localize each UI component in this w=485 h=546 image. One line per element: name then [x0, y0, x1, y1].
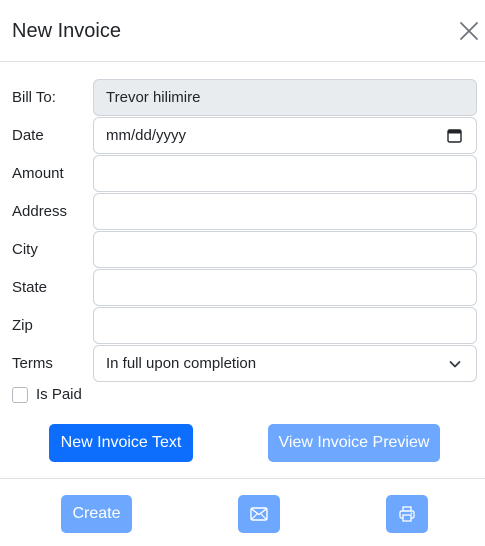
amount-label: Amount: [12, 165, 64, 182]
bill-to-field[interactable]: Trevor hilimire: [93, 79, 477, 116]
print-button[interactable]: [386, 495, 428, 533]
terms-select[interactable]: In full upon completion: [93, 345, 477, 382]
create-label: Create: [72, 505, 121, 522]
printer-icon: [399, 506, 415, 522]
address-label: Address: [12, 203, 68, 220]
new-invoice-text-label: New Invoice Text: [60, 434, 182, 451]
date-label: Date: [12, 127, 44, 144]
new-invoice-modal: New Invoice Bill To: Trevor hilimire Dat…: [0, 0, 485, 546]
envelope-icon: [250, 507, 268, 521]
bill-to-value: Trevor hilimire: [106, 89, 201, 106]
amount-field[interactable]: [93, 155, 477, 192]
city-field[interactable]: [93, 231, 477, 268]
close-button[interactable]: [458, 20, 480, 42]
date-placeholder: mm/dd/yyyy: [106, 127, 187, 144]
city-label: City: [12, 241, 38, 258]
calendar-icon[interactable]: [447, 128, 462, 143]
new-invoice-text-button[interactable]: New Invoice Text: [49, 424, 193, 462]
chevron-down-icon: [449, 361, 461, 368]
is-paid-label: Is Paid: [36, 386, 82, 403]
address-field[interactable]: [93, 193, 477, 230]
footer-divider: [0, 478, 485, 479]
state-field[interactable]: [93, 269, 477, 306]
view-invoice-preview-button[interactable]: View Invoice Preview: [268, 424, 440, 462]
bill-to-label: Bill To:: [12, 89, 56, 106]
email-button[interactable]: [238, 495, 280, 533]
is-paid-checkbox[interactable]: [12, 387, 28, 403]
modal-title: New Invoice: [12, 20, 121, 42]
modal-header: New Invoice: [0, 0, 485, 62]
terms-selected: In full upon completion: [106, 355, 257, 372]
zip-field[interactable]: [93, 307, 477, 344]
terms-label: Terms: [12, 355, 53, 372]
state-label: State: [12, 279, 48, 296]
date-field[interactable]: mm/dd/yyyy: [93, 117, 477, 154]
create-button[interactable]: Create: [61, 495, 132, 533]
zip-label: Zip: [12, 317, 33, 334]
close-icon: [460, 22, 478, 40]
view-invoice-preview-label: View Invoice Preview: [278, 434, 430, 451]
